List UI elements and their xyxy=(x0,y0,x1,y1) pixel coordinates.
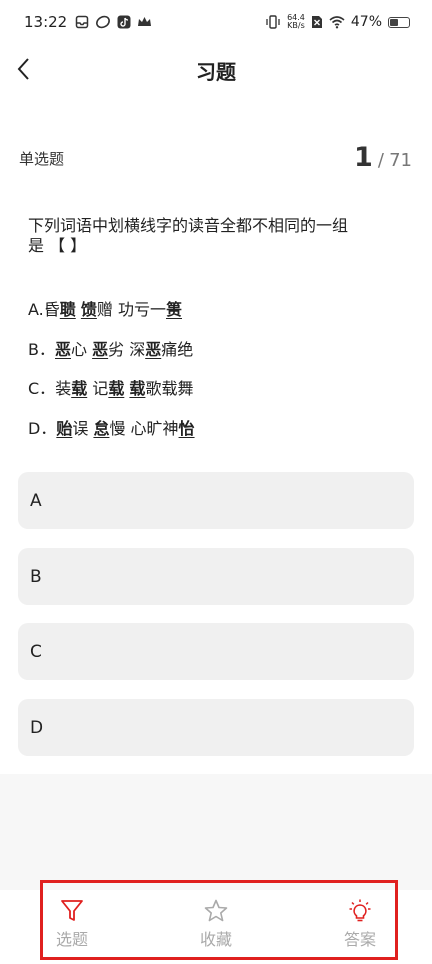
status-bar: 13:22 64.4 KB/s 47% xyxy=(0,0,432,44)
question-stem-line-1: 下列词语中划横线字的读音全都不相同的一组 xyxy=(28,216,349,235)
option-prefix: D． xyxy=(28,419,57,438)
option-text-d: D．贻误 怠慢 心旷神怡 xyxy=(28,415,195,439)
question-counter: 1 / 71 xyxy=(354,142,412,173)
option-text-b: B．恶心 恶劣 深恶痛绝 xyxy=(28,336,193,360)
underlined-character: 怠 xyxy=(93,419,110,438)
network-speed: 64.4 KB/s xyxy=(287,14,305,30)
tiktok-icon xyxy=(117,15,131,29)
option-text-segment: 歌载舞 xyxy=(145,379,194,398)
answer-label: B xyxy=(30,566,42,587)
option-prefix: C． xyxy=(28,379,56,398)
status-left: 13:22 xyxy=(24,13,152,31)
underlined-character: 载 xyxy=(71,379,88,398)
option-prefix: B． xyxy=(28,340,55,359)
underlined-character: 载 xyxy=(129,379,146,398)
underlined-character: 怡 xyxy=(178,419,195,438)
status-right: 64.4 KB/s 47% xyxy=(265,14,410,30)
question-type-label: 单选题 xyxy=(19,150,65,168)
option-text-segment: 记 xyxy=(87,379,109,398)
underlined-character: 贻 xyxy=(56,419,73,438)
answer-button-b[interactable]: B xyxy=(18,548,414,605)
battery-fill xyxy=(390,18,398,26)
inbox-icon xyxy=(75,15,89,29)
option-text-segment: 劣 深 xyxy=(108,340,146,359)
option-text-segment: 慢 心旷神 xyxy=(109,419,179,438)
underlined-character: 恶 xyxy=(54,340,71,359)
answer-label: D xyxy=(30,717,44,738)
page-title: 习题 xyxy=(196,60,236,84)
notification-icons xyxy=(75,15,152,29)
question-stem: 下列词语中划横线字的读音全都不相同的一组 是 【 】 xyxy=(28,216,398,256)
answer-label: A xyxy=(30,490,42,511)
underlined-character: 载 xyxy=(108,379,125,398)
battery-percent: 47% xyxy=(350,14,382,30)
crown-icon xyxy=(138,17,152,26)
question-panel: 单选题 1 / 71 下列词语中划横线字的读音全都不相同的一组 是 【 】 A.… xyxy=(0,94,432,774)
option-text-segment: 昏 xyxy=(43,300,60,319)
question-counter-separator: / xyxy=(377,150,384,171)
option-text-a: A.昏聩 馈赠 功亏一篑 xyxy=(28,296,182,320)
battery-icon xyxy=(388,16,410,28)
network-speed-unit: KB/s xyxy=(287,21,305,30)
answer-button-a[interactable]: A xyxy=(18,472,414,529)
underlined-character: 馈 xyxy=(80,300,97,319)
option-text-segment: 痛绝 xyxy=(161,340,194,359)
highlight-box xyxy=(40,880,398,960)
answer-button-d[interactable]: D xyxy=(18,699,414,756)
underlined-character: 篑 xyxy=(165,300,182,319)
underlined-character: 聩 xyxy=(59,300,76,319)
option-text-segment: 赠 功亏一 xyxy=(96,300,166,319)
wifi-icon xyxy=(329,16,345,29)
answer-button-c[interactable]: C xyxy=(18,623,414,680)
app-logo-icon xyxy=(96,15,111,29)
no-sim-icon xyxy=(311,16,322,28)
option-text-segment: 装 xyxy=(55,379,72,398)
answer-label: C xyxy=(30,641,42,662)
option-text-segment: 心 xyxy=(71,340,93,359)
option-text-c: C．装载 记载 载歌载舞 xyxy=(28,375,193,399)
question-current-number: 1 xyxy=(354,142,373,173)
option-text-segment: 误 xyxy=(72,419,94,438)
underlined-character: 恶 xyxy=(92,340,109,359)
underlined-character: 恶 xyxy=(145,340,162,359)
status-time: 13:22 xyxy=(24,13,68,31)
question-total-number: 71 xyxy=(389,150,412,171)
nav-bar: 习题 xyxy=(0,44,432,94)
question-stem-line-2: 是 【 】 xyxy=(28,236,87,255)
option-prefix: A. xyxy=(28,300,44,319)
vibrate-icon xyxy=(266,15,280,29)
